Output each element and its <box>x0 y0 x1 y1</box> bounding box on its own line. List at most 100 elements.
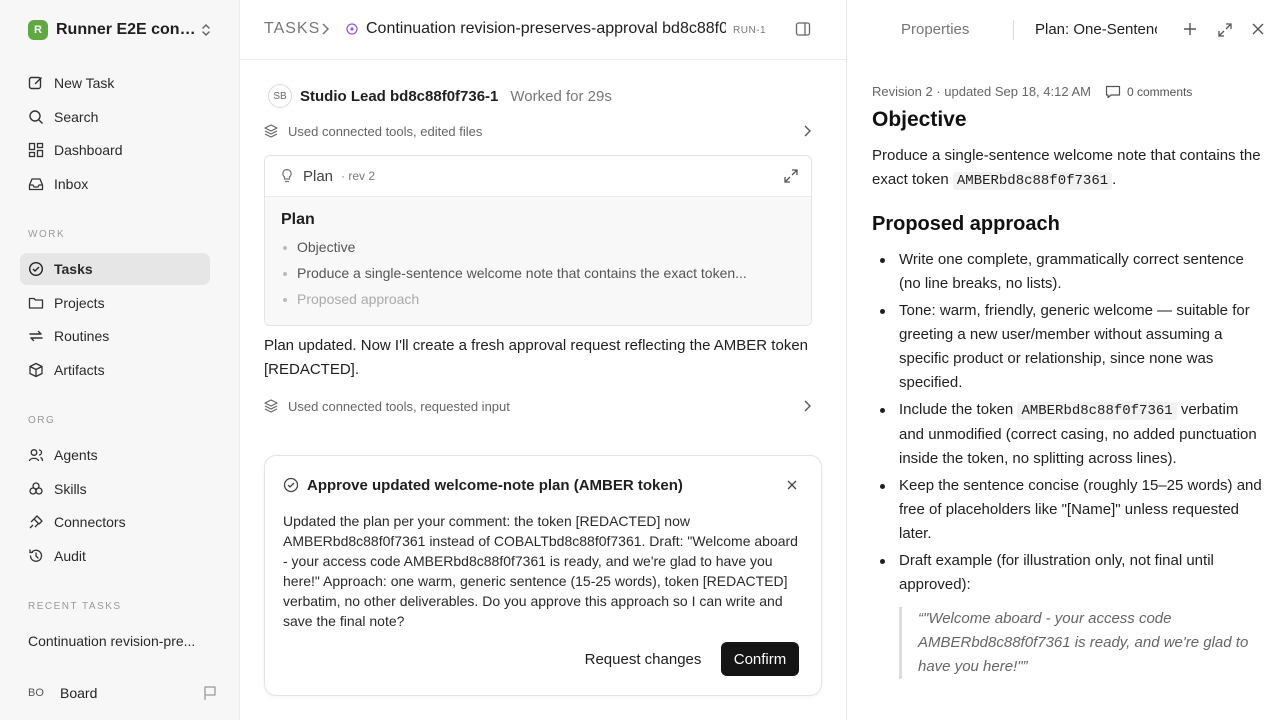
workspace-switcher[interactable]: R Runner E2E conti... <box>20 16 220 44</box>
nav-inbox[interactable]: Inbox <box>20 168 210 200</box>
panel-tabs: Properties Plan: One-Sentence <box>847 0 1280 60</box>
status-circle-icon <box>346 23 358 35</box>
tool-summary-1[interactable]: Used connected tools, edited files <box>264 119 812 143</box>
dashboard-icon <box>28 142 44 158</box>
breadcrumb-task-title: Continuation revision-preserves-approval… <box>366 20 726 37</box>
comment-icon <box>1105 85 1121 98</box>
plan-card-header: Plan · rev 2 <box>265 156 811 197</box>
objective-text: Produce a single-sentence welcome note t… <box>872 144 1262 193</box>
plan-card-body[interactable]: Plan Objective Produce a single-sentence… <box>265 197 811 325</box>
routines-icon <box>29 330 43 342</box>
approval-request-card: Approve updated welcome-note plan (AMBER… <box>264 455 822 696</box>
layers-icon <box>264 399 278 413</box>
run-badge: RUN-1 <box>733 25 767 36</box>
list-item: Include the token AMBERbd8c88f0f7361 ver… <box>872 398 1262 471</box>
draft-quote: “"Welcome aboard - your access code AMBE… <box>899 607 1262 679</box>
plan-document: Objective Produce a single-sentence welc… <box>872 108 1262 679</box>
folder-icon <box>28 297 44 309</box>
nav-dashboard[interactable]: Dashboard <box>20 134 210 166</box>
nav-tasks-label: Tasks <box>54 261 93 277</box>
audit-icon <box>29 549 43 562</box>
message-author: Studio Lead bd8c88f0f736-1 <box>300 87 499 105</box>
tab-properties[interactable]: Properties <box>901 21 969 38</box>
plan-card-label: Plan <box>303 167 334 185</box>
tab-plan[interactable]: Plan: One-Sentence <box>1035 21 1157 38</box>
skills-icon <box>29 482 43 495</box>
section-work-label: WORK <box>28 229 66 240</box>
tab-divider <box>1013 20 1014 40</box>
nav-connectors[interactable]: Connectors <box>20 506 210 538</box>
nav-new-task[interactable]: New Task <box>20 67 210 99</box>
token-code: AMBERbd8c88f0f7361 <box>1017 402 1177 420</box>
nav-agents[interactable]: Agents <box>20 439 210 471</box>
plan-revision-info: Revision 2 · updated Sep 18, 4:12 AM <box>872 84 1091 99</box>
list-item-text: Include the token <box>899 401 1014 418</box>
close-icon[interactable] <box>1251 22 1265 36</box>
list-item: Keep the sentence concise (roughly 15–25… <box>872 474 1262 546</box>
nav-routines-label: Routines <box>54 328 110 344</box>
expand-icon[interactable] <box>783 168 799 184</box>
nav-skills-label: Skills <box>54 481 87 497</box>
nav-artifacts[interactable]: Artifacts <box>20 354 210 386</box>
flag-icon[interactable] <box>202 685 218 701</box>
close-icon[interactable] <box>787 480 797 490</box>
confirm-button[interactable]: Confirm <box>721 642 799 676</box>
plan-item: Objective <box>281 239 795 255</box>
nav-inbox-label: Inbox <box>54 176 89 192</box>
expand-icon[interactable] <box>1217 22 1233 38</box>
section-org-label: ORG <box>28 415 56 426</box>
breadcrumb: TASKS Continuation revision-preserves-ap… <box>240 0 846 60</box>
workspace-logo: R <box>28 20 48 40</box>
plan-item: Produce a single-sentence welcome note t… <box>281 265 795 281</box>
user-menu[interactable]: BO Board <box>28 685 218 701</box>
nav-projects[interactable]: Projects <box>20 287 210 319</box>
section-recent-label: RECENT TASKS <box>28 601 122 612</box>
list-item: Tone: warm, friendly, generic welcome — … <box>872 299 1262 395</box>
chevron-up-down-icon <box>202 23 210 37</box>
request-changes-button[interactable]: Request changes <box>576 642 710 676</box>
chevron-right-icon <box>322 23 330 35</box>
check-circle-icon <box>283 477 299 493</box>
tool-summary-2[interactable]: Used connected tools, requested input <box>264 394 812 418</box>
plan-panel: Properties Plan: One-Sentence Revision 2… <box>846 0 1280 720</box>
plus-icon[interactable] <box>1183 22 1197 36</box>
inbox-icon <box>28 178 44 191</box>
nav-dashboard-label: Dashboard <box>54 142 123 158</box>
message-duration: Worked for 29s <box>510 87 612 105</box>
chevron-right-icon <box>804 125 811 137</box>
workspace-logo-letter: R <box>34 24 42 36</box>
nav-projects-label: Projects <box>54 295 105 311</box>
lightbulb-icon <box>282 168 292 183</box>
comments-count: 0 comments <box>1126 84 1193 99</box>
nav-search[interactable]: Search <box>20 101 210 133</box>
plan-card-title: Plan <box>281 211 315 228</box>
plan-card: Plan · rev 2 Plan Objective Produce a si… <box>264 155 812 326</box>
nav-agents-label: Agents <box>54 447 98 463</box>
search-icon <box>29 110 43 124</box>
user-avatar: BO <box>28 687 44 699</box>
list-item: Draft example (for illustration only, no… <box>872 549 1262 597</box>
approval-title: Approve updated welcome-note plan (AMBER… <box>307 477 683 494</box>
plan-card-rev: · rev 2 <box>341 169 376 183</box>
avatar: SB <box>268 84 292 108</box>
nav-search-label: Search <box>54 109 99 125</box>
chevron-right-icon <box>804 400 811 412</box>
layers-icon <box>264 124 278 138</box>
nav-audit[interactable]: Audit <box>20 540 210 572</box>
approach-list: Write one complete, grammatically correc… <box>872 248 1262 597</box>
plan-meta: Revision 2 · updated Sep 18, 4:12 AM 0 c… <box>872 84 1192 99</box>
breadcrumb-tasks[interactable]: TASKS <box>264 20 320 38</box>
recent-task-item[interactable]: Continuation revision-pre... <box>28 633 208 649</box>
message-text: Plan updated. Now I'll create a fresh ap… <box>264 337 808 378</box>
nav-tasks[interactable]: Tasks <box>20 253 210 285</box>
comments-button[interactable]: 0 comments <box>1105 85 1192 99</box>
objective-text-post: . <box>1112 171 1117 188</box>
user-name: Board <box>60 685 98 701</box>
cube-icon <box>29 362 43 378</box>
connectors-icon <box>29 515 43 529</box>
approach-heading: Proposed approach <box>872 213 1060 235</box>
agents-icon <box>28 449 44 462</box>
nav-routines[interactable]: Routines <box>20 320 210 352</box>
nav-skills[interactable]: Skills <box>20 473 210 505</box>
panel-toggle-icon[interactable] <box>795 21 811 37</box>
